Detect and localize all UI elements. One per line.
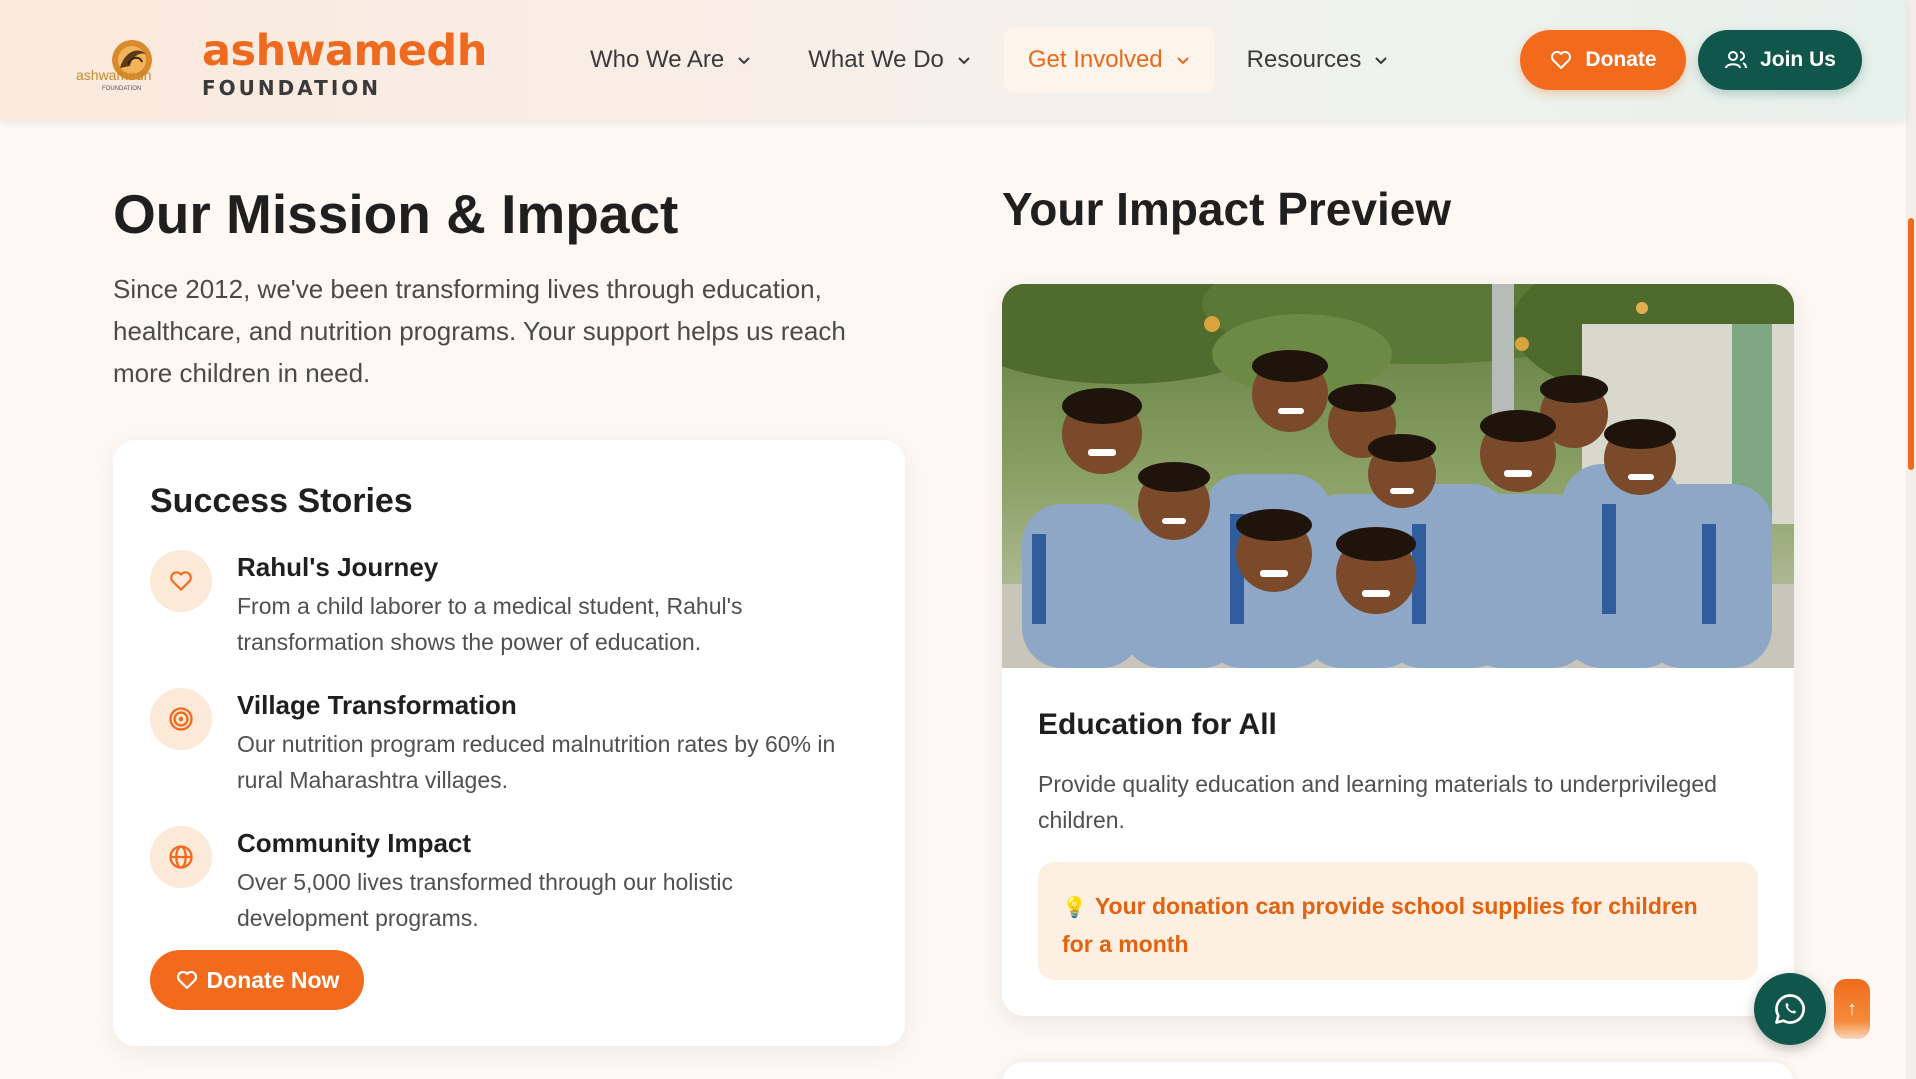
users-icon	[1725, 51, 1748, 69]
brand[interactable]: ashwamedh FOUNDATION ashwamedh FOUNDATIO…	[76, 28, 487, 100]
next-card	[1002, 1062, 1794, 1079]
svg-text:ashwamedh: ashwamedh	[76, 67, 152, 83]
whatsapp-button[interactable]	[1754, 973, 1826, 1045]
success-stories-title: Success Stories	[150, 482, 413, 520]
nav-who-we-are[interactable]: Who We Are	[566, 27, 776, 93]
lightbulb-icon: 💡	[1062, 897, 1087, 919]
success-stories-card: Success Stories Rahul's Journey From a c…	[113, 440, 905, 1046]
heart-icon	[176, 970, 197, 990]
logo-icon: ashwamedh FOUNDATION	[76, 34, 182, 94]
program-description: Provide quality education and learning m…	[1038, 771, 1717, 833]
donate-now-label: Donate Now	[206, 966, 340, 993]
site-header: ashwamedh FOUNDATION ashwamedh FOUNDATIO…	[0, 0, 1906, 120]
target-icon	[150, 688, 212, 750]
brand-subtitle: FOUNDATION	[202, 76, 381, 100]
nav-what-we-do[interactable]: What We Do	[784, 27, 996, 93]
donate-now-button[interactable]: Donate Now	[150, 950, 364, 1010]
nav-get-involved[interactable]: Get Involved	[1003, 27, 1215, 93]
story-title: Community Impact	[237, 828, 472, 858]
heart-icon	[150, 550, 212, 612]
join-us-button[interactable]: Join Us	[1698, 30, 1862, 90]
story-description: Over 5,000 lives transformed through our…	[237, 869, 734, 931]
impact-preview-title: Your Impact Preview	[1002, 183, 1452, 235]
donate-button[interactable]: Donate	[1520, 30, 1686, 90]
main-nav: Who We Are What We Do Get Involved Resou…	[566, 27, 1421, 93]
story-title: Village Transformation	[237, 690, 517, 720]
impact-note: 💡 Your donation can provide school suppli…	[1038, 862, 1758, 980]
whatsapp-icon	[1775, 994, 1805, 1024]
children-photo	[1002, 284, 1794, 668]
scroll-to-top-button[interactable]: ↑	[1834, 979, 1870, 1039]
chevron-down-icon	[1176, 57, 1189, 65]
join-us-label: Join Us	[1760, 48, 1836, 71]
nav-resources[interactable]: Resources	[1223, 27, 1414, 93]
svg-text:FOUNDATION: FOUNDATION	[102, 86, 141, 92]
donate-label: Donate	[1585, 48, 1657, 71]
chevron-down-icon	[738, 57, 750, 65]
heart-icon	[1551, 51, 1572, 69]
brand-name: ashwamedh	[202, 26, 487, 76]
chevron-down-icon	[1375, 57, 1388, 65]
scrollbar-thumb[interactable]	[1908, 218, 1914, 470]
program-title: Education for All	[1038, 708, 1277, 741]
arrow-up-icon: ↑	[1847, 997, 1857, 1020]
story-description: Our nutrition program reduced malnutriti…	[237, 731, 836, 793]
story-title: Rahul's Journey	[237, 552, 439, 582]
nav-label: Who We Are	[590, 46, 725, 73]
impact-preview-card: Education for All Provide quality educat…	[1002, 284, 1794, 1016]
chevron-down-icon	[958, 57, 970, 65]
nav-label: What We Do	[808, 46, 944, 73]
impact-note-text: Your donation can provide school supplie…	[1062, 893, 1698, 957]
globe-icon	[150, 826, 212, 888]
mission-title: Our Mission & Impact	[113, 183, 679, 245]
nav-label: Get Involved	[1027, 46, 1163, 73]
mission-text: Since 2012, we've been transforming live…	[113, 274, 846, 388]
story-description: From a child laborer to a medical studen…	[237, 593, 743, 655]
nav-label: Resources	[1246, 46, 1362, 73]
page-scrollbar[interactable]	[1906, 0, 1916, 1079]
